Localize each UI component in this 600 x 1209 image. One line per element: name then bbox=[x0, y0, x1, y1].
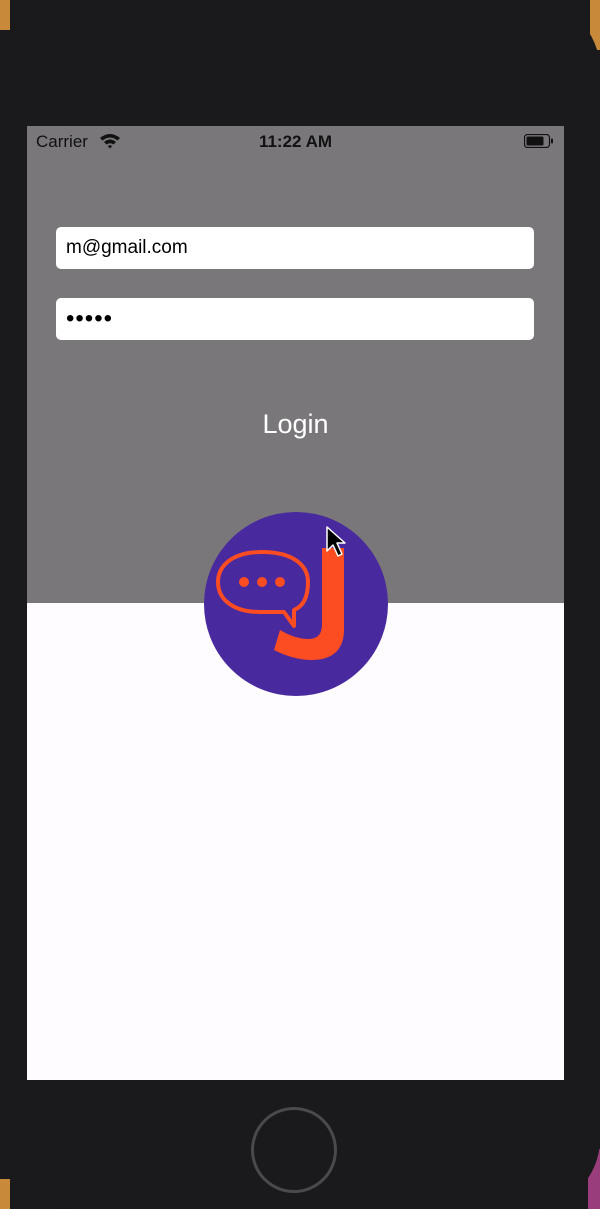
background-edge bbox=[0, 0, 10, 30]
login-button[interactable]: Login bbox=[27, 404, 564, 444]
background-edge bbox=[0, 1179, 10, 1209]
status-time: 11:22 AM bbox=[258, 132, 333, 151]
app-logo-icon bbox=[204, 512, 388, 696]
status-bar: Carrier 11:22 AM bbox=[27, 126, 564, 156]
home-button[interactable] bbox=[251, 1107, 337, 1193]
battery-icon bbox=[524, 134, 553, 148]
email-field[interactable]: m@gmail.com bbox=[56, 227, 534, 269]
mouse-pointer-icon bbox=[326, 526, 346, 557]
device-frame: Carrier 11:22 AM m@gmail.com ••••• Login bbox=[0, 0, 600, 1209]
password-field[interactable]: ••••• bbox=[56, 298, 534, 340]
app-screen: Carrier 11:22 AM m@gmail.com ••••• Login bbox=[27, 126, 564, 1080]
